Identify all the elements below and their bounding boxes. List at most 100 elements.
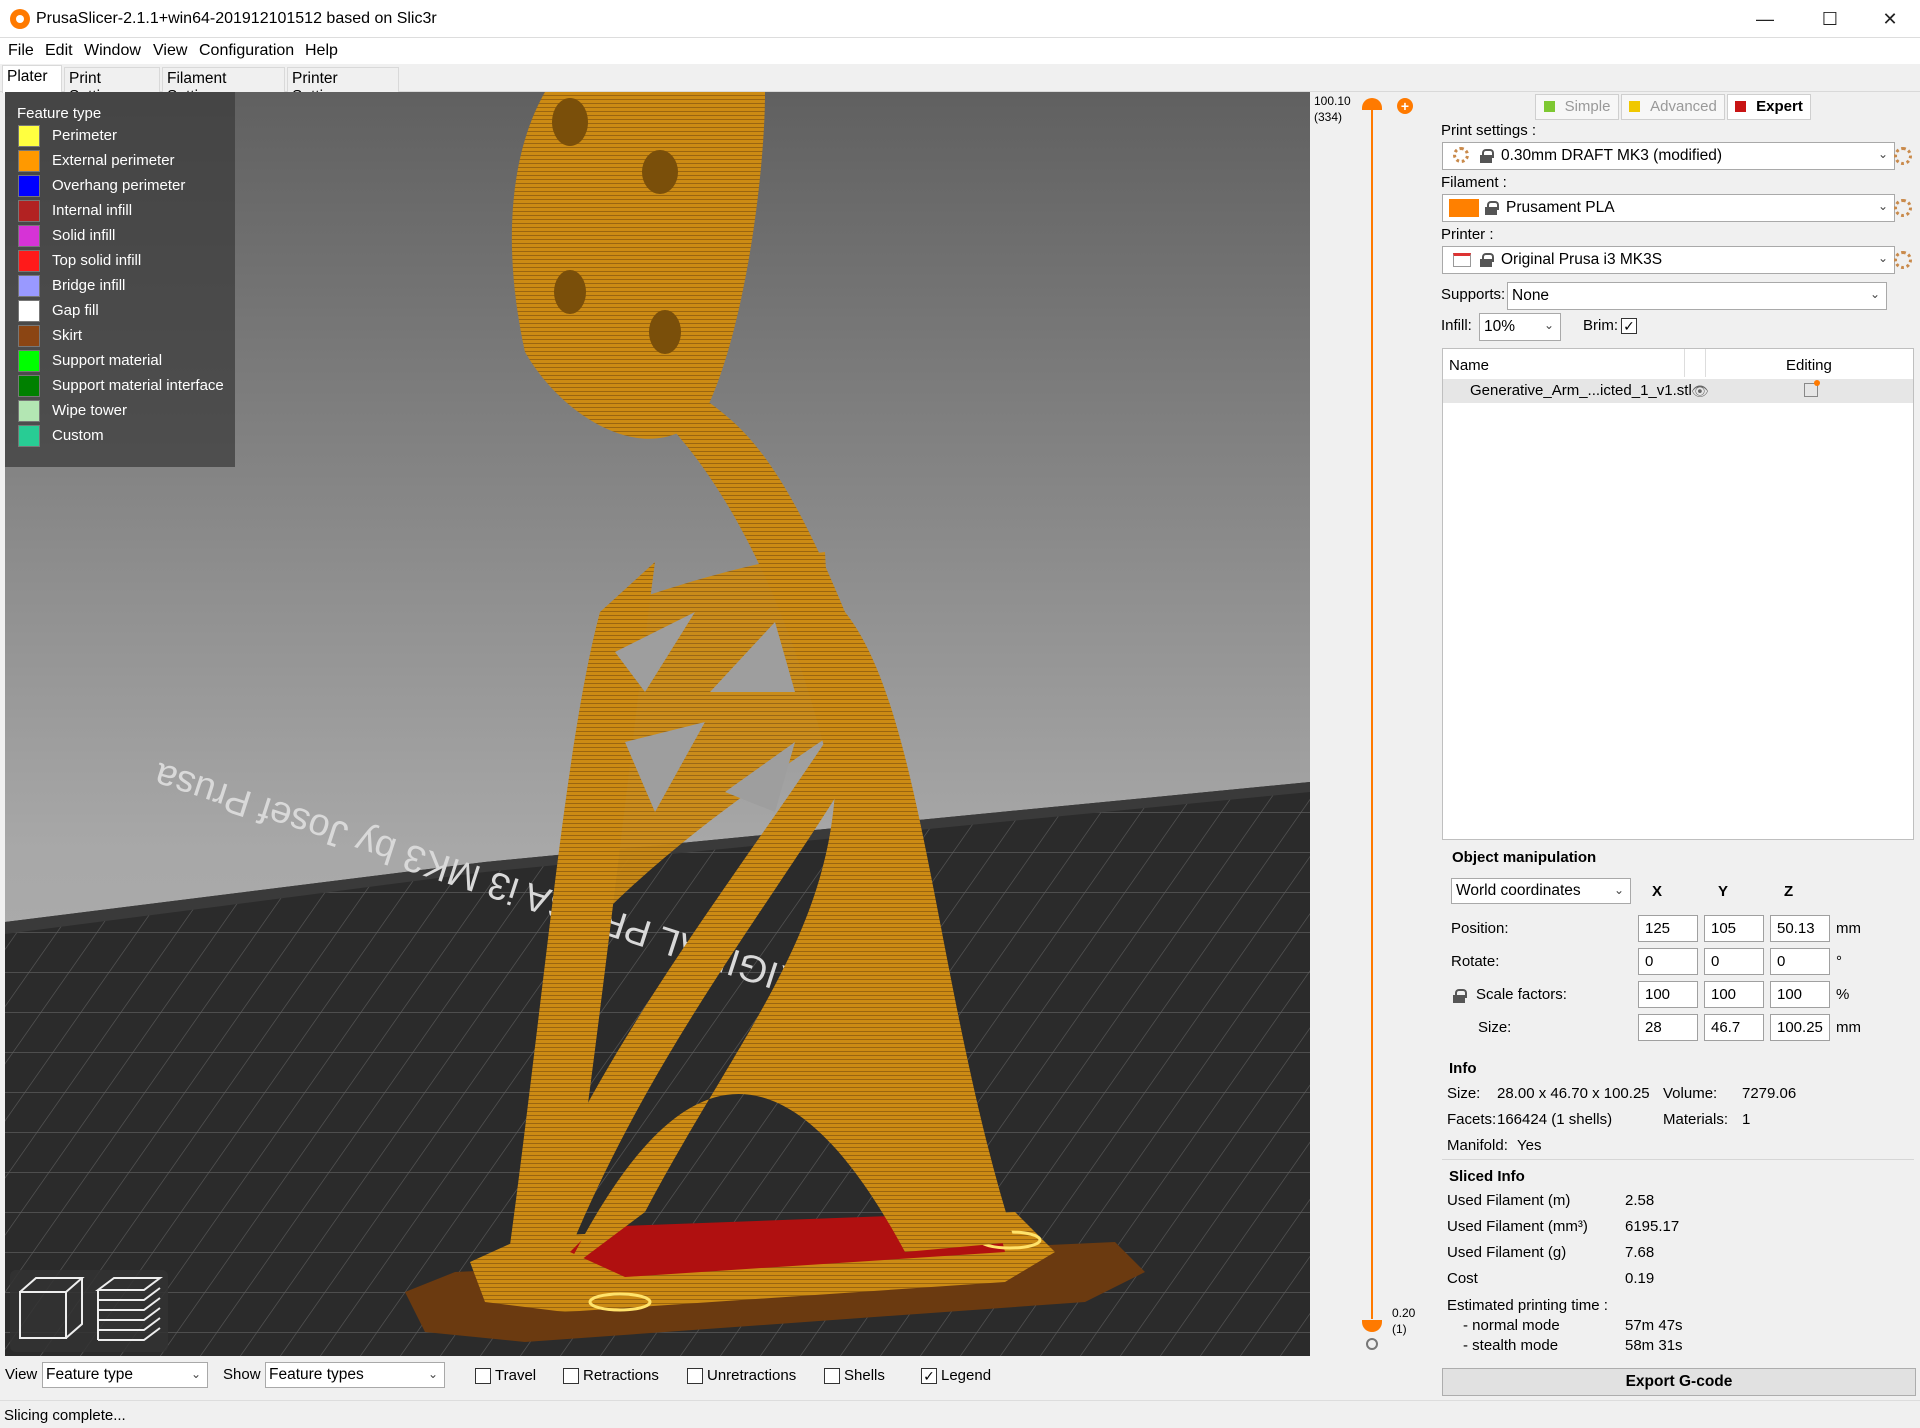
chevron-down-icon: ⌄ (1869, 287, 1880, 301)
edit-settings-icon[interactable] (1804, 380, 1820, 397)
unretractions-checkbox[interactable] (687, 1368, 703, 1384)
legend-checkbox[interactable]: ✓ (921, 1368, 937, 1384)
stealth-mode-label: - stealth mode (1463, 1337, 1559, 1354)
rotate-x-input[interactable]: 0 (1638, 948, 1698, 975)
chevron-down-icon: ⌄ (1877, 251, 1888, 265)
filament-color-swatch[interactable] (1449, 199, 1479, 217)
scale-x-input[interactable]: 100 (1638, 981, 1698, 1008)
print-settings-gear-icon[interactable] (1894, 147, 1912, 165)
scale-lock-icon[interactable] (1453, 989, 1467, 1003)
menu-configuration[interactable]: Configuration (199, 42, 294, 60)
slider-lock-icon[interactable] (1366, 1338, 1378, 1350)
minimize-button[interactable]: — (1737, 0, 1793, 38)
position-label: Position: (1451, 920, 1509, 937)
sliced-row-value: 2.58 (1625, 1192, 1655, 1209)
close-button[interactable]: ✕ (1862, 0, 1918, 38)
column-name-header[interactable]: Name (1449, 357, 1489, 374)
title-bar: PrusaSlicer-2.1.1+win64-201912101512 bas… (0, 0, 1920, 38)
info-manifold-label: Manifold: (1447, 1137, 1508, 1154)
legend-label[interactable]: Legend (941, 1367, 991, 1384)
retractions-label[interactable]: Retractions (583, 1367, 659, 1384)
sliced-row-value: 0.19 (1625, 1270, 1655, 1287)
slider-bottom-thumb[interactable] (1362, 1320, 1382, 1332)
tab-filament-settings[interactable]: Filament Settings (162, 67, 285, 105)
menu-edit[interactable]: Edit (45, 42, 73, 60)
3d-preview-canvas[interactable]: ORIGINAL PRUSA i3 MK3 by Josef Prusa Fea… (5, 92, 1310, 1356)
scale-z-input[interactable]: 100 (1770, 981, 1830, 1008)
disc-hole (554, 270, 586, 314)
slider-top-thumb[interactable] (1362, 98, 1382, 110)
sliced-info-title: Sliced Info (1449, 1168, 1525, 1185)
mode-advanced-button[interactable]: Advanced (1621, 94, 1725, 120)
menu-file[interactable]: File (8, 42, 34, 60)
tab-printer-settings[interactable]: Printer Settings (287, 67, 399, 105)
position-y-input[interactable]: 105 (1704, 915, 1764, 942)
info-volume-label: Volume: (1663, 1085, 1718, 1102)
tab-plater[interactable]: Plater (2, 65, 62, 93)
infill-combo[interactable]: 10% ⌄ (1479, 313, 1561, 341)
view-type-combo[interactable]: Feature type ⌄ (42, 1362, 208, 1388)
mode-simple-button[interactable]: Simple (1535, 94, 1619, 120)
preview-toolbar: View Feature type ⌄ Show Feature types ⌄… (0, 1356, 1435, 1400)
rotate-z-input[interactable]: 0 (1770, 948, 1830, 975)
axis-y-label: Y (1718, 883, 1729, 900)
eye-icon[interactable]: 👁 (1691, 383, 1709, 400)
menu-help[interactable]: Help (305, 42, 338, 60)
tab-print-settings[interactable]: Print Settings (64, 67, 160, 105)
legend-color-swatch (18, 325, 40, 347)
disc-body (511, 92, 765, 439)
view-icons (19, 1277, 163, 1341)
column-editing-header[interactable]: Editing (1786, 357, 1832, 374)
export-gcode-button[interactable]: Export G-code (1442, 1368, 1916, 1396)
add-color-change-icon[interactable]: + (1397, 98, 1413, 114)
info-title: Info (1449, 1060, 1477, 1077)
legend-item-label: Custom (52, 427, 104, 444)
size-x-input[interactable]: 28 (1638, 1014, 1698, 1041)
infill-label: Infill: (1441, 317, 1472, 334)
supports-combo[interactable]: None ⌄ (1507, 282, 1887, 310)
disc-hole (552, 98, 588, 146)
show-features-combo[interactable]: Feature types ⌄ (265, 1362, 445, 1388)
sliced-row-label: Used Filament (mm³) (1447, 1218, 1588, 1235)
advanced-mode-icon (1629, 101, 1641, 112)
printer-gear-icon[interactable] (1894, 251, 1912, 269)
size-y-input[interactable]: 46.7 (1704, 1014, 1764, 1041)
slider-bottom-layer: (1) (1392, 1322, 1407, 1336)
legend-panel: Feature type Perimeter External perimeter… (5, 92, 235, 467)
shells-label[interactable]: Shells (844, 1367, 885, 1384)
legend-color-swatch (18, 425, 40, 447)
axis-x-label: X (1652, 883, 1663, 900)
scale-y-input[interactable]: 100 (1704, 981, 1764, 1008)
shells-checkbox[interactable] (824, 1368, 840, 1384)
coordinate-mode-combo[interactable]: World coordinates ⌄ (1451, 878, 1631, 904)
filament-gear-icon[interactable] (1894, 199, 1912, 217)
rotate-y-input[interactable]: 0 (1704, 948, 1764, 975)
printer-label: Printer : (1441, 226, 1494, 243)
unretractions-label[interactable]: Unretractions (707, 1367, 796, 1384)
legend-title: Feature type (17, 105, 102, 122)
menu-window[interactable]: Window (84, 42, 141, 60)
print-settings-combo[interactable]: 0.30mm DRAFT MK3 (modified) ⌄ (1442, 142, 1895, 170)
legend-color-swatch (18, 125, 40, 147)
slider-bottom-value: 0.20 (1392, 1306, 1416, 1320)
filament-combo[interactable]: Prusament PLA ⌄ (1442, 194, 1895, 222)
tab-bar: Plater Print Settings Filament Settings … (0, 64, 1920, 105)
printer-combo[interactable]: Original Prusa i3 MK3S ⌄ (1442, 246, 1895, 274)
axis-z-label: Z (1784, 883, 1794, 900)
position-x-input[interactable]: 125 (1638, 915, 1698, 942)
table-row[interactable]: Generative_Arm_...icted_1_v1.stl 👁 (1443, 379, 1913, 403)
filament-label: Filament : (1441, 174, 1507, 191)
menu-view[interactable]: View (153, 42, 187, 60)
travel-checkbox[interactable] (475, 1368, 491, 1384)
info-materials-label: Materials: (1663, 1111, 1729, 1128)
legend-item-label: Internal infill (52, 202, 133, 219)
size-z-input[interactable]: 100.25 (1770, 1014, 1830, 1041)
maximize-button[interactable]: ☐ (1802, 0, 1858, 38)
retractions-checkbox[interactable] (563, 1368, 579, 1384)
mode-expert-button[interactable]: Expert (1727, 94, 1811, 120)
brim-checkbox[interactable]: ✓ (1621, 318, 1637, 334)
position-z-input[interactable]: 50.13 (1770, 915, 1830, 942)
slider-track[interactable] (1371, 104, 1373, 1319)
sliced-row-value: 6195.17 (1625, 1218, 1680, 1235)
travel-label[interactable]: Travel (495, 1367, 536, 1384)
